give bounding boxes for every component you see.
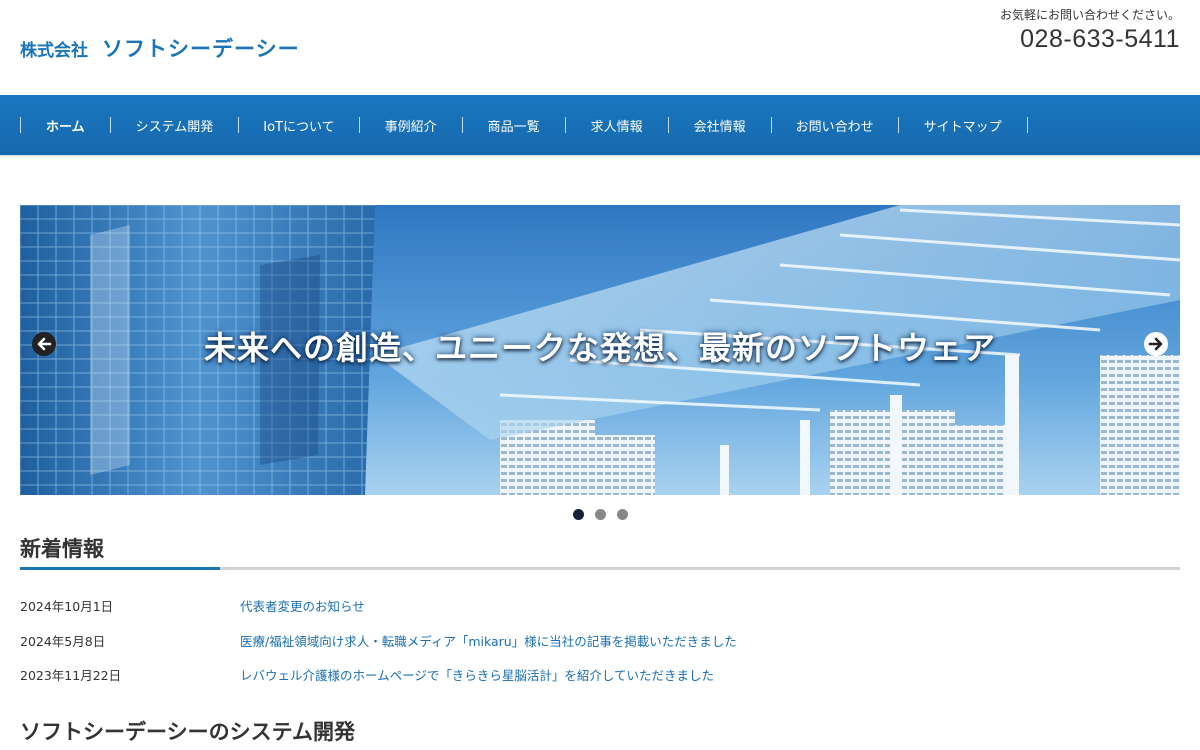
development-section-title: ソフトシーデーシーのシステム開発 — [20, 720, 355, 744]
nav-item-case-studies[interactable]: 事例紹介 — [358, 117, 462, 135]
slider-pagination — [0, 509, 1200, 520]
news-title-rule — [20, 567, 1180, 570]
contact-note: お気軽にお問い合わせください。 — [999, 8, 1180, 22]
news-list: 2024年10月1日 代表者変更のお知らせ 2024年5月8日 医療/福祉領域向… — [20, 596, 1180, 700]
company-logo[interactable]: 株式会社 ソフトシーデーシー — [20, 33, 300, 63]
news-link[interactable]: 医療/福祉領域向け求人・転職メディア「mikaru」様に当社の記事を掲載いただき… — [240, 631, 737, 666]
main-nav: ホーム システム開発 IoTについて 事例紹介 商品一覧 求人情報 会社情報 お… — [0, 95, 1200, 155]
news-section-title: 新着情報 — [20, 537, 104, 561]
slider-dot-1[interactable] — [572, 509, 584, 520]
nav-item-system-development[interactable]: システム開発 — [109, 117, 239, 135]
logo-company-type: 株式会社 — [20, 41, 88, 61]
news-date: 2023年11月22日 — [20, 668, 122, 683]
contact-block: お気軽にお問い合わせください。 028-633-5411 — [1000, 6, 1180, 54]
site-header: 株式会社 ソフトシーデーシー お気軽にお問い合わせください。 028-633-54… — [0, 0, 1200, 95]
slide-caption: 未来への創造、ユニークな発想、最新のソフトウェア — [203, 329, 996, 367]
news-date: 2024年5月8日 — [20, 633, 106, 649]
news-item: 2023年11月22日 レバウェル介護様のホームページで「きらきら星脳活計」を紹… — [20, 665, 1180, 700]
slider-dot-3[interactable] — [616, 509, 628, 520]
nav-item-products[interactable]: 商品一覧 — [461, 117, 565, 135]
slider-next-button[interactable] — [1144, 332, 1168, 356]
nav-item-recruitment[interactable]: 求人情報 — [564, 117, 668, 135]
nav-item-company[interactable]: 会社情報 — [667, 117, 771, 135]
news-title-accent — [20, 567, 220, 570]
phone-number[interactable]: 028-633-5411 — [1000, 25, 1180, 54]
slider-prev-button[interactable] — [32, 332, 56, 356]
logo-company-name: ソフトシーデーシー — [102, 37, 300, 61]
hero-slider: 未来への創造、ユニークな発想、最新のソフトウェア — [20, 205, 1180, 495]
news-date: 2024年10月1日 — [20, 599, 114, 614]
news-link[interactable]: 代表者変更のお知らせ — [240, 596, 365, 631]
nav-item-contact[interactable]: お問い合わせ — [770, 117, 898, 135]
nav-item-iot[interactable]: IoTについて — [238, 117, 358, 135]
news-link[interactable]: レバウェル介護様のホームページで「きらきら星脳活計」を紹介していただきました — [240, 665, 714, 700]
nav-item-sitemap[interactable]: サイトマップ — [897, 117, 1028, 135]
nav-item-home[interactable]: ホーム — [20, 117, 110, 135]
news-item: 2024年5月8日 医療/福祉領域向け求人・転職メディア「mikaru」様に当社… — [20, 631, 1180, 666]
arrow-left-icon — [37, 337, 52, 351]
news-item: 2024年10月1日 代表者変更のお知らせ — [20, 596, 1180, 631]
slider-dot-2[interactable] — [594, 509, 606, 520]
arrow-right-icon — [1148, 337, 1163, 351]
